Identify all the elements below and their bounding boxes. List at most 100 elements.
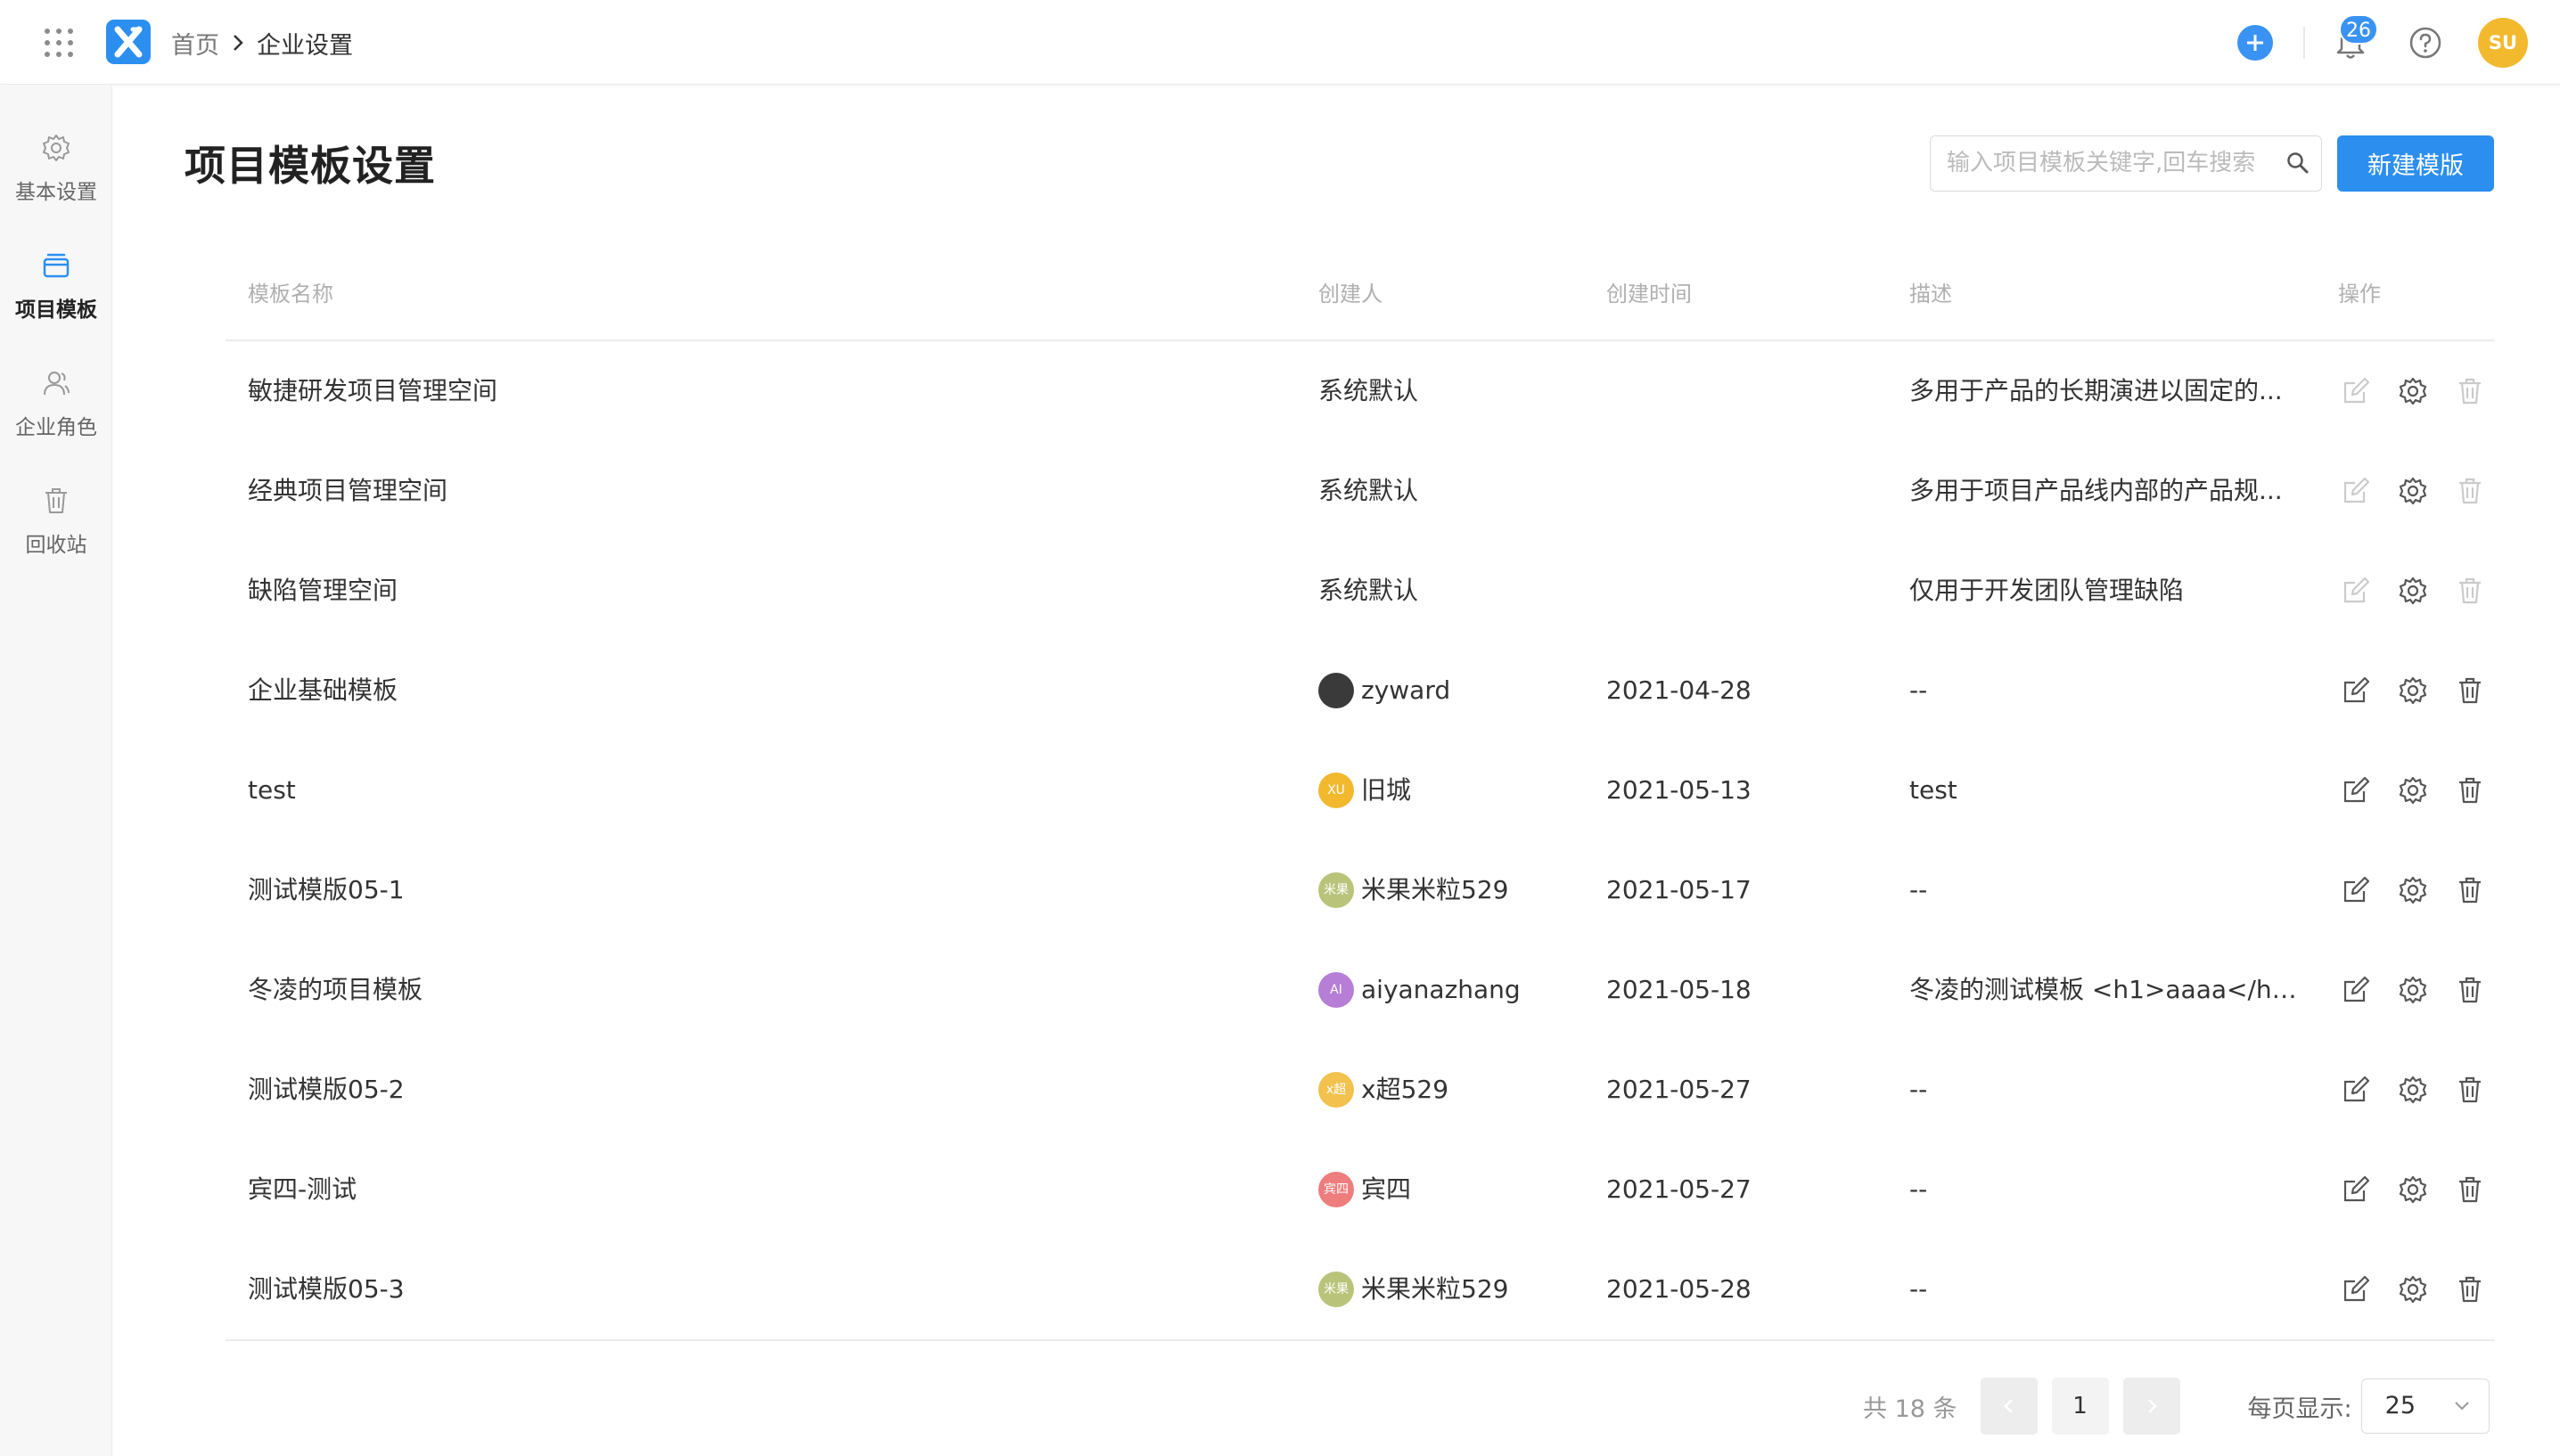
new-template-button[interactable]: 新建模版: [2337, 135, 2494, 192]
delete-trash-icon[interactable]: [2454, 1273, 2486, 1305]
trash-icon: [45, 488, 67, 513]
column-header-operations: 操作: [2338, 282, 2381, 307]
row-operations: [2340, 1239, 2486, 1339]
creator-name: 系统默认: [1318, 476, 1419, 505]
table-row[interactable]: 经典项目管理空间 系统默认 多用于项目产品线内部的产品规...: [226, 441, 2494, 541]
settings-gear-icon[interactable]: [2397, 375, 2429, 407]
created-date: 2021-05-27: [1606, 1075, 1752, 1104]
creator-name: x超529: [1361, 1075, 1449, 1104]
template-name[interactable]: 敏捷研发项目管理空间: [248, 341, 497, 441]
next-page-button[interactable]: [2122, 1378, 2180, 1435]
table-row[interactable]: 企业基础模板 zyward 2021-04-28 --: [226, 641, 2494, 740]
created-date: 2021-05-27: [1606, 1174, 1752, 1204]
row-operations: [2340, 341, 2486, 441]
creator-name: 系统默认: [1318, 576, 1419, 605]
edit-icon[interactable]: [2340, 1174, 2372, 1206]
app-logo-icon[interactable]: [106, 20, 151, 64]
delete-trash-icon[interactable]: [2454, 974, 2486, 1006]
creator-name: 米果米粒529: [1361, 1274, 1509, 1304]
template-name[interactable]: 缺陷管理空间: [248, 541, 398, 641]
creator-cell: zyward: [1318, 641, 1450, 740]
sidebar-item-enterprise-roles[interactable]: 企业角色: [0, 367, 112, 465]
breadcrumb-current: 企业设置: [257, 31, 353, 60]
template-icon: [43, 253, 70, 278]
pagination: 共 18 条 1 每页显示: 25: [1863, 1377, 2490, 1436]
creator-name: aiyanazhang: [1361, 975, 1521, 1004]
template-description: --: [1909, 1174, 1928, 1204]
table-row[interactable]: 测试模版05-3 米果 米果米粒529 2021-05-28 --: [226, 1239, 2494, 1339]
column-header-description: 描述: [1909, 282, 1952, 307]
template-name[interactable]: 经典项目管理空间: [248, 441, 447, 541]
template-name[interactable]: 冬凌的项目模板: [248, 940, 423, 1040]
template-name[interactable]: 企业基础模板: [248, 641, 398, 740]
table-row[interactable]: 敏捷研发项目管理空间 系统默认 多用于产品的长期演进以固定的...: [226, 341, 2494, 441]
created-date: 2021-05-13: [1606, 775, 1752, 805]
edit-icon[interactable]: [2340, 1273, 2372, 1305]
table-row[interactable]: 测试模版05-1 米果 米果米粒529 2021-05-17 --: [226, 840, 2494, 940]
settings-gear-icon[interactable]: [2397, 1273, 2429, 1305]
sidebar-item-project-templates[interactable]: 项目模板: [0, 249, 112, 348]
template-description: test: [1909, 775, 1957, 805]
delete-trash-icon[interactable]: [2454, 874, 2486, 906]
creator-avatar: x超: [1318, 1072, 1354, 1108]
template-search-field[interactable]: [1930, 135, 2322, 192]
template-name[interactable]: 测试模版05-3: [248, 1239, 405, 1339]
search-input[interactable]: [1947, 136, 2268, 190]
settings-gear-icon[interactable]: [2397, 475, 2429, 507]
page-title: 项目模板设置: [185, 142, 436, 190]
row-operations: [2340, 740, 2486, 840]
settings-gear-icon[interactable]: [2397, 1174, 2429, 1206]
created-date: 2021-05-28: [1606, 1274, 1752, 1304]
edit-icon[interactable]: [2340, 974, 2372, 1006]
template-name[interactable]: 测试模版05-2: [248, 1040, 405, 1140]
apps-grid-icon[interactable]: [45, 29, 73, 57]
template-name[interactable]: 测试模版05-1: [248, 840, 405, 940]
settings-gear-icon[interactable]: [2397, 874, 2429, 906]
delete-trash-icon: [2454, 475, 2486, 507]
creator-avatar: 宾四: [1318, 1172, 1354, 1207]
sidebar-item-label: 项目模板: [15, 299, 97, 322]
creator-cell: AI aiyanazhang: [1318, 940, 1521, 1040]
table-row[interactable]: 宾四-测试 宾四 宾四 2021-05-27 --: [226, 1140, 2494, 1239]
delete-trash-icon[interactable]: [2454, 1174, 2486, 1206]
column-header-name: 模板名称: [248, 282, 333, 307]
edit-icon[interactable]: [2340, 874, 2372, 906]
delete-trash-icon[interactable]: [2454, 1074, 2486, 1106]
sidebar-item-basic-settings[interactable]: 基本设置: [0, 132, 112, 230]
settings-gear-icon[interactable]: [2397, 774, 2429, 806]
template-description: --: [1909, 875, 1928, 904]
settings-gear-icon[interactable]: [2397, 575, 2429, 607]
table-row[interactable]: 测试模版05-2 x超 x超529 2021-05-27 --: [226, 1040, 2494, 1140]
delete-trash-icon[interactable]: [2454, 774, 2486, 806]
chevron-left-icon: [2003, 1399, 2013, 1413]
per-page-select[interactable]: 25: [2360, 1378, 2490, 1434]
delete-trash-icon[interactable]: [2454, 675, 2486, 707]
user-avatar[interactable]: SU: [2478, 18, 2528, 68]
settings-gear-icon[interactable]: [2397, 1074, 2429, 1106]
delete-trash-icon: [2454, 375, 2486, 407]
template-name[interactable]: 宾四-测试: [248, 1140, 357, 1239]
settings-gear-icon[interactable]: [2397, 974, 2429, 1006]
settings-gear-icon[interactable]: [2397, 675, 2429, 707]
search-icon[interactable]: [2285, 151, 2310, 176]
table-body: 敏捷研发项目管理空间 系统默认 多用于产品的长期演进以固定的... 经典项目管理空间系…: [226, 341, 2494, 1339]
table-row[interactable]: 缺陷管理空间 系统默认 仅用于开发团队管理缺陷: [226, 541, 2494, 641]
help-icon[interactable]: [2408, 26, 2442, 60]
sidebar-item-recycle-bin[interactable]: 回收站: [0, 485, 112, 583]
template-name[interactable]: test: [248, 740, 296, 840]
edit-icon[interactable]: [2340, 1074, 2372, 1106]
template-description: 多用于项目产品线内部的产品规...: [1909, 476, 2283, 505]
table-row[interactable]: 冬凌的项目模板 AI aiyanazhang 2021-05-18 冬凌的测试模板 <h…: [226, 940, 2494, 1040]
quick-add-button[interactable]: [2237, 25, 2273, 61]
creator-cell: 米果 米果米粒529: [1318, 840, 1508, 940]
prev-page-button[interactable]: [1980, 1378, 2038, 1435]
edit-icon[interactable]: [2340, 774, 2372, 806]
sidebar-item-label: 企业角色: [15, 416, 97, 439]
template-description: --: [1909, 675, 1928, 705]
table-row[interactable]: test XU 旧城 2021-05-13 test: [226, 740, 2494, 840]
edit-icon[interactable]: [2340, 675, 2372, 707]
delete-trash-icon: [2454, 575, 2486, 607]
page-number[interactable]: 1: [2051, 1378, 2109, 1435]
per-page-value: 25: [2384, 1392, 2416, 1419]
breadcrumb-home-link[interactable]: 首页: [171, 26, 219, 61]
